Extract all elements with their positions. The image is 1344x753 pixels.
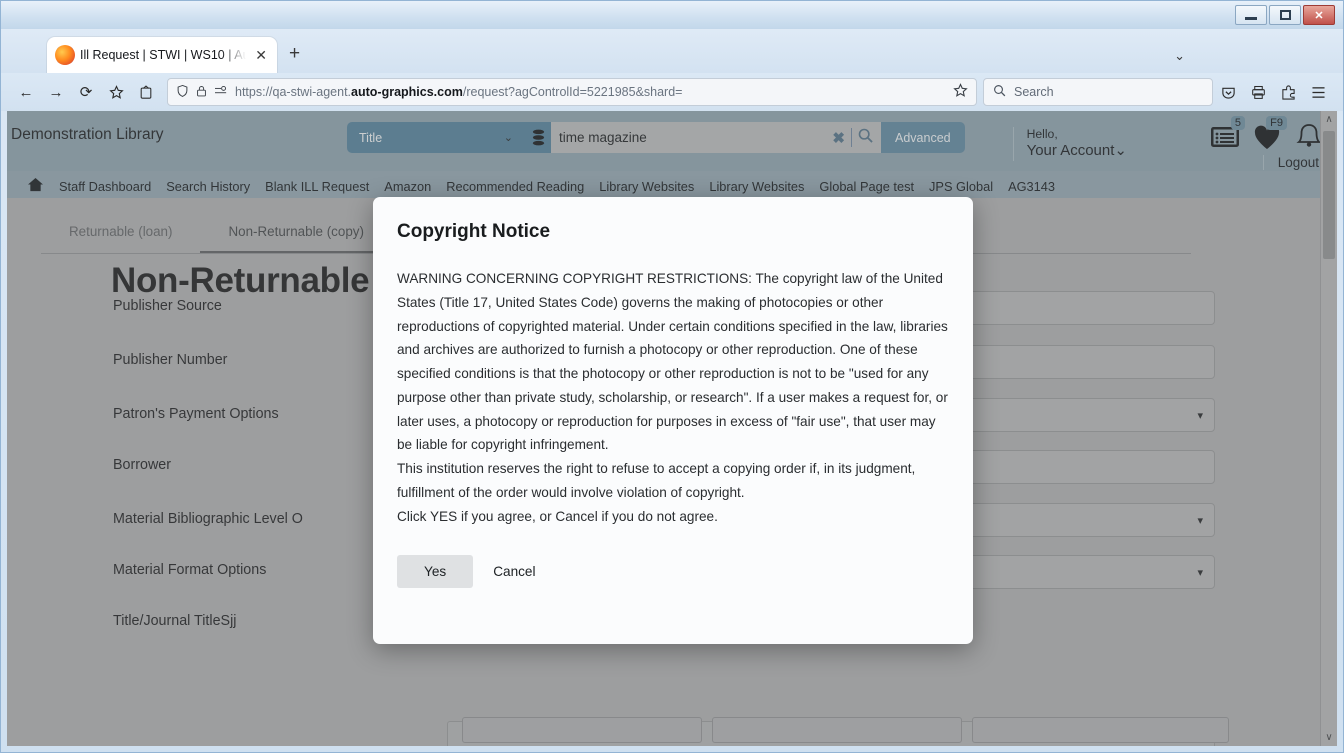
modal-overlay[interactable]: Copyright Notice WARNING CONCERNING COPY… — [7, 111, 1337, 746]
dialog-cancel-button[interactable]: Cancel — [487, 555, 541, 588]
firefox-logo-icon — [55, 45, 75, 65]
shield-icon[interactable] — [176, 84, 189, 101]
dialog-body: WARNING CONCERNING COPYRIGHT RESTRICTION… — [397, 267, 949, 529]
browser-window: ✕ Ill Request | STWI | WS10 | Auto- ✕ + … — [0, 0, 1344, 753]
browser-tab-title: Ill Request | STWI | WS10 | Auto- — [80, 48, 247, 62]
search-icon — [993, 84, 1006, 100]
extensions-icon[interactable] — [1273, 78, 1303, 106]
window-minimize-button[interactable] — [1235, 5, 1267, 25]
new-tab-button[interactable]: + — [289, 43, 300, 65]
chevron-down-icon[interactable]: ⌄ — [1174, 48, 1185, 64]
browser-tab[interactable]: Ill Request | STWI | WS10 | Auto- ✕ — [47, 37, 277, 73]
window-titlebar: ✕ — [1, 1, 1343, 29]
dialog-title: Copyright Notice — [397, 221, 551, 242]
back-icon[interactable]: ← — [11, 78, 41, 106]
pocket-icon[interactable] — [1213, 78, 1243, 106]
browser-navbar: ← → ⟳ https://qa-stwi-agent.auto-graphic… — [1, 73, 1343, 111]
browser-search-bar[interactable]: Search — [983, 78, 1213, 106]
browser-tabstrip: Ill Request | STWI | WS10 | Auto- ✕ + ⌄ — [1, 29, 1343, 73]
menu-hamburger-icon[interactable] — [1303, 78, 1333, 106]
copyright-notice-dialog: Copyright Notice WARNING CONCERNING COPY… — [373, 197, 973, 644]
site-permissions-icon[interactable] — [214, 85, 228, 100]
dialog-paragraph-1: WARNING CONCERNING COPYRIGHT RESTRICTION… — [397, 271, 948, 453]
window-close-button[interactable]: ✕ — [1303, 5, 1335, 25]
yes-button[interactable]: Yes — [397, 554, 474, 588]
url-text: https://qa-stwi-agent.auto-graphics.com/… — [235, 85, 683, 99]
save-to-device-icon[interactable] — [131, 78, 161, 106]
reload-icon[interactable]: ⟳ — [71, 78, 101, 106]
print-icon[interactable] — [1243, 78, 1273, 106]
browser-search-placeholder: Search — [1014, 85, 1054, 99]
bookmark-this-page-icon[interactable] — [953, 83, 968, 101]
close-icon[interactable]: ✕ — [253, 48, 269, 62]
web-page: Demonstration Library Title ⌄ time magaz… — [7, 111, 1337, 746]
forward-icon[interactable]: → — [41, 78, 71, 106]
window-maximize-button[interactable] — [1269, 5, 1301, 25]
dialog-paragraph-2: This institution reserves the right to r… — [397, 461, 916, 501]
lock-icon[interactable] — [196, 84, 207, 101]
url-bar[interactable]: https://qa-stwi-agent.auto-graphics.com/… — [167, 78, 977, 106]
dialog-actions: Yes Cancel — [397, 554, 949, 588]
bookmark-star-icon[interactable] — [101, 78, 131, 106]
dialog-paragraph-3: Click YES if you agree, or Cancel if you… — [397, 508, 718, 524]
